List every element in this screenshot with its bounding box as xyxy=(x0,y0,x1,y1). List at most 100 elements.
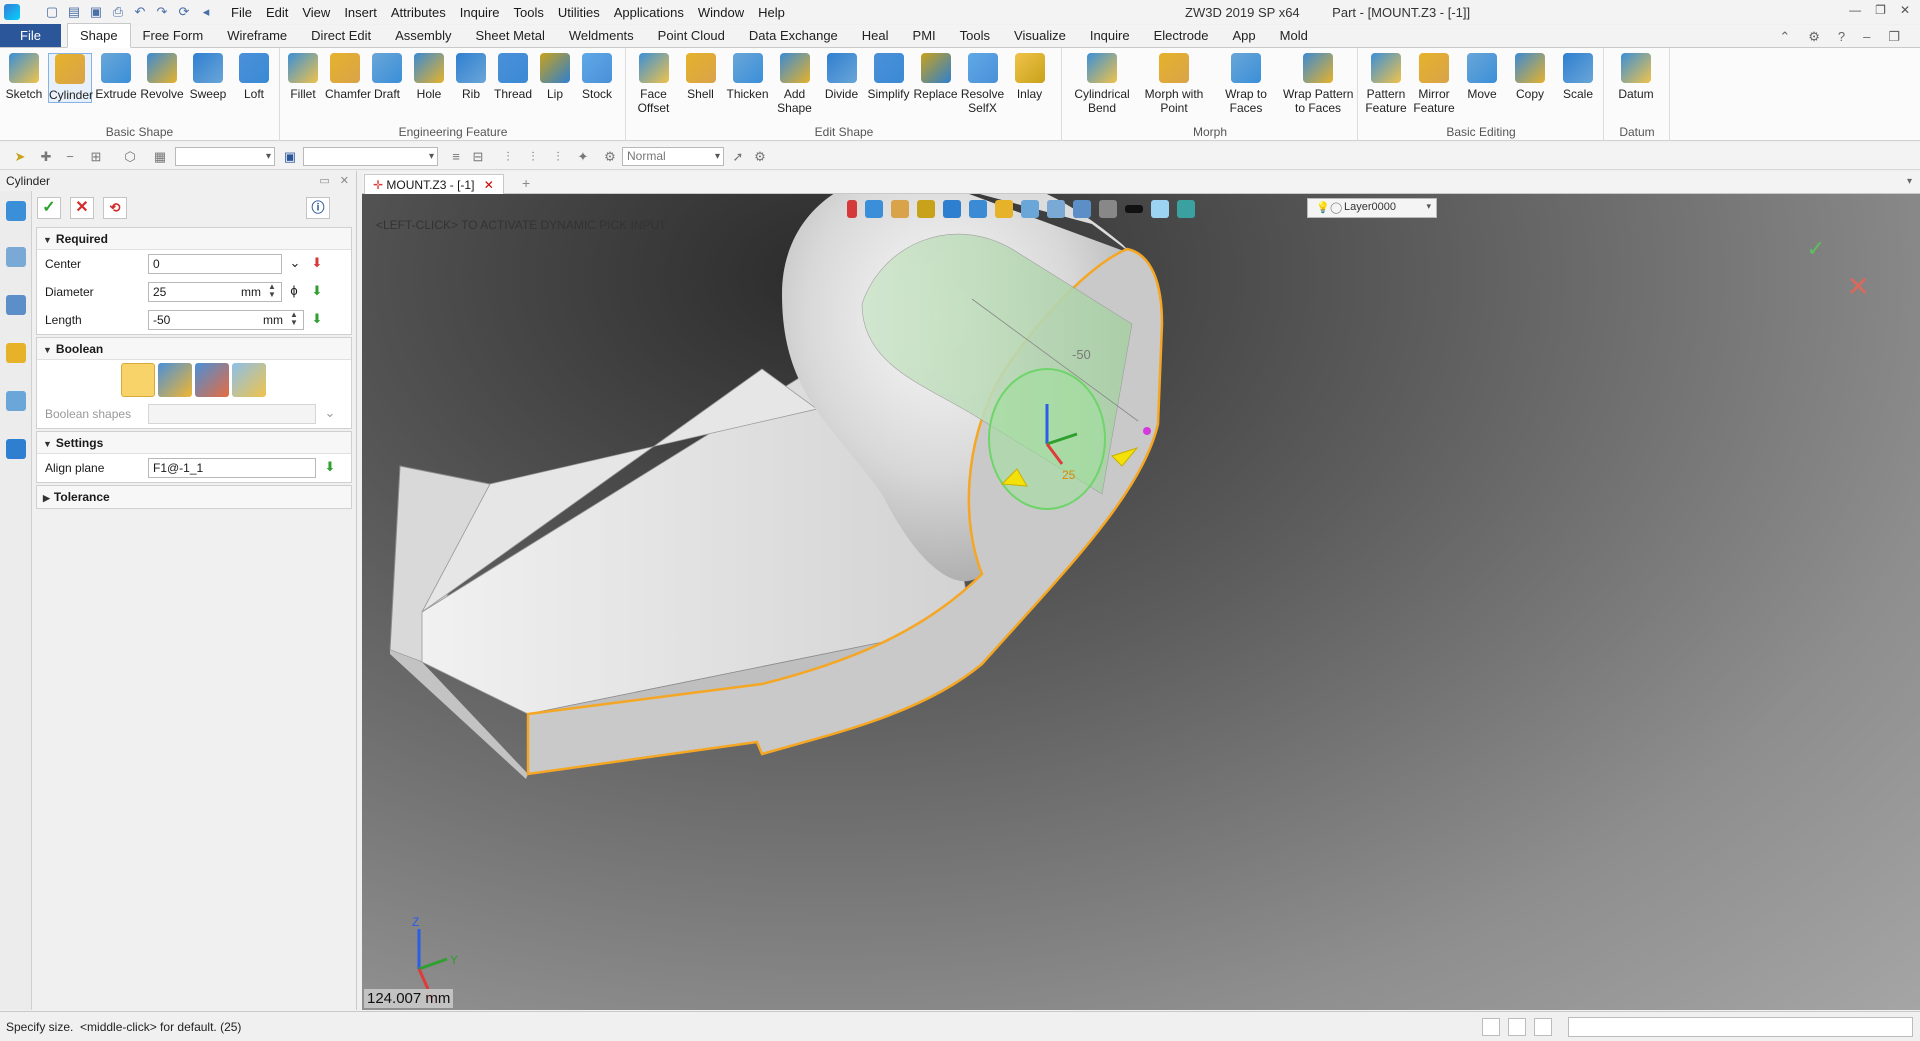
close-panel-icon[interactable]: ✕ xyxy=(340,174,349,187)
pick-filter-icon[interactable]: ✚ xyxy=(38,149,54,165)
viewport-ok-icon[interactable]: ✓ xyxy=(1807,236,1825,262)
diameter-pick-icon[interactable]: ⬇ xyxy=(309,283,325,299)
tab-direct-edit[interactable]: Direct Edit xyxy=(299,24,383,47)
tool-cylinder[interactable]: Cylinder xyxy=(48,53,93,103)
tool-shell[interactable]: Shell xyxy=(678,53,723,101)
tool-replace[interactable]: Replace xyxy=(913,53,958,101)
parts-icon[interactable] xyxy=(6,343,26,363)
vp-layer-icon[interactable] xyxy=(1177,200,1195,218)
tool-mirror-feature[interactable]: Mirror Feature xyxy=(1411,53,1457,115)
length-pick-icon[interactable]: ⬇ xyxy=(309,311,325,327)
align-plane-input[interactable]: F1@-1_1 xyxy=(148,458,316,478)
entity-combo[interactable] xyxy=(303,147,438,166)
undo-icon[interactable]: ↶ xyxy=(132,4,148,20)
menu-window[interactable]: Window xyxy=(691,5,751,20)
settings-header[interactable]: ▼ Settings xyxy=(37,432,351,454)
cursor-icon[interactable]: ➚ xyxy=(730,149,746,165)
tool-scale[interactable]: Scale xyxy=(1555,53,1601,101)
restore-doc-icon[interactable]: ❐ xyxy=(1888,29,1900,45)
user-icon[interactable] xyxy=(6,439,26,459)
pin-icon[interactable]: ✦ xyxy=(575,149,591,165)
tool-sketch[interactable]: Sketch xyxy=(2,53,46,101)
cancel-button[interactable]: ✕ xyxy=(70,197,94,219)
apply-button[interactable]: ⟲ xyxy=(103,197,127,219)
render-settings-icon[interactable]: ⚙ xyxy=(602,149,618,165)
minimize-icon[interactable]: — xyxy=(1849,3,1861,17)
boolean-expand-icon[interactable]: ⌄ xyxy=(322,405,338,421)
center-input[interactable]: 0 xyxy=(148,254,282,274)
minus-icon[interactable]: − xyxy=(62,149,78,165)
tool-loft[interactable]: Loft xyxy=(232,53,276,101)
tab-free-form[interactable]: Free Form xyxy=(131,24,216,47)
layer-selector[interactable]: 💡 ◯ Layer0000 ▾ xyxy=(1307,198,1437,218)
vp-ruler-icon[interactable] xyxy=(891,200,909,218)
tab-tools[interactable]: Tools xyxy=(948,24,1002,47)
tab-shape[interactable]: Shape xyxy=(66,23,131,48)
ok-button[interactable]: ✓ xyxy=(37,197,61,219)
tab-mold[interactable]: Mold xyxy=(1268,24,1320,47)
align-icon-2[interactable]: ⫶ xyxy=(525,149,541,165)
align-icon-3[interactable]: ⫶ xyxy=(550,149,566,165)
vp-shade-icon[interactable] xyxy=(917,200,935,218)
tab-point-cloud[interactable]: Point Cloud xyxy=(646,24,737,47)
tab-pmi[interactable]: PMI xyxy=(901,24,948,47)
diameter-spinner[interactable]: ▲ ▼ xyxy=(268,283,276,299)
menu-view[interactable]: View xyxy=(295,5,337,20)
tab-file[interactable]: File xyxy=(0,24,61,47)
assembly-tree-icon[interactable] xyxy=(6,295,26,315)
tool-draft[interactable]: Draft xyxy=(367,53,407,101)
close-window-icon[interactable]: ✕ xyxy=(1900,3,1910,17)
tab-assembly[interactable]: Assembly xyxy=(383,24,463,47)
new-file-icon[interactable]: ▢ xyxy=(44,4,60,20)
tool-extrude[interactable]: Extrude xyxy=(94,53,138,101)
tool-datum[interactable]: Datum xyxy=(1607,53,1665,101)
tool-stock[interactable]: Stock xyxy=(577,53,617,101)
vp-display-icon[interactable] xyxy=(1099,200,1117,218)
select-arrow-icon[interactable]: ➤ xyxy=(12,149,28,165)
tolerance-header[interactable]: ▶ Tolerance xyxy=(37,486,351,508)
tool-divide[interactable]: Divide xyxy=(819,53,864,101)
vp-zoom-icon[interactable] xyxy=(1021,200,1039,218)
filter-icon[interactable]: ▦ xyxy=(152,149,168,165)
boolean-shapes-input[interactable] xyxy=(148,404,316,424)
open-file-icon[interactable]: ▤ xyxy=(66,4,82,20)
menu-applications[interactable]: Applications xyxy=(607,5,691,20)
minimize-doc-icon[interactable]: – xyxy=(1863,29,1870,45)
feature-icon[interactable] xyxy=(6,201,26,221)
tool-simplify[interactable]: Simplify xyxy=(866,53,911,101)
render-mode-combo[interactable]: Normal xyxy=(622,147,724,166)
tool-cylindrical-bend[interactable]: Cylindrical Bend xyxy=(1067,53,1137,115)
vp-view-icon[interactable] xyxy=(865,200,883,218)
boolean-header[interactable]: ▼ Boolean xyxy=(37,338,351,360)
menu-utilities[interactable]: Utilities xyxy=(551,5,607,20)
snap-icon-2[interactable]: ⊟ xyxy=(470,149,486,165)
diameter-symbol-icon[interactable]: ϕ xyxy=(286,283,302,299)
settings-gear-icon[interactable]: ⚙ xyxy=(1808,29,1820,45)
vp-filter-icon[interactable] xyxy=(995,200,1013,218)
status-screen-icon[interactable] xyxy=(1508,1018,1526,1036)
remove-shape-icon[interactable] xyxy=(195,363,229,397)
tool-sweep[interactable]: Sweep xyxy=(186,53,230,101)
vp-orient-icon[interactable] xyxy=(969,200,987,218)
options-icon[interactable]: ⚙ xyxy=(752,149,768,165)
tool-wrap-pattern-to-faces[interactable]: Wrap Pattern to Faces xyxy=(1283,53,1353,115)
tool-lip[interactable]: Lip xyxy=(535,53,575,101)
restore-icon[interactable]: ❐ xyxy=(1875,3,1886,17)
tool-fillet[interactable]: Fillet xyxy=(283,53,323,101)
align-plane-pick-icon[interactable]: ⬇ xyxy=(322,459,338,475)
filter-combo[interactable] xyxy=(175,147,275,166)
redo-icon[interactable]: ↷ xyxy=(154,4,170,20)
history-tree-icon[interactable] xyxy=(6,247,26,267)
tool-pattern-feature[interactable]: Pattern Feature xyxy=(1363,53,1409,115)
tool-hole[interactable]: Hole xyxy=(409,53,449,101)
print-icon[interactable]: ⎙ xyxy=(110,4,126,20)
tab-sheet-metal[interactable]: Sheet Metal xyxy=(464,24,557,47)
tool-thicken[interactable]: Thicken xyxy=(725,53,770,101)
tool-copy[interactable]: Copy xyxy=(1507,53,1553,101)
snap-icon-1[interactable]: ≡ xyxy=(448,149,464,165)
intersect-shape-icon[interactable] xyxy=(232,363,266,397)
tab-wireframe[interactable]: Wireframe xyxy=(215,24,299,47)
model-canvas[interactable]: 25 -50 Z Y X xyxy=(362,194,1920,1010)
vp-color-swatch-icon[interactable] xyxy=(1125,205,1143,213)
tool-thread[interactable]: Thread xyxy=(493,53,533,101)
